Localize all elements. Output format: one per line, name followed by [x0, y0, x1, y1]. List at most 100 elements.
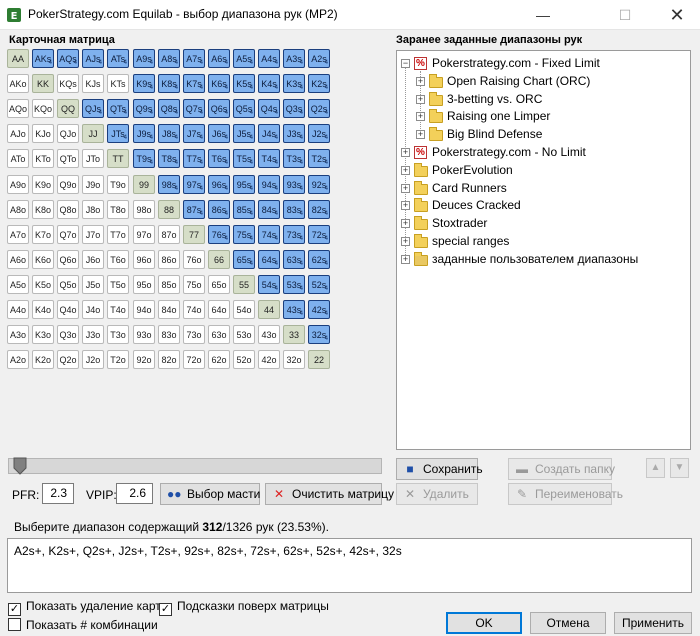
cancel-button[interactable]: Отмена: [530, 612, 606, 634]
matrix-cell-offsuit-83o[interactable]: 83o: [158, 325, 180, 344]
matrix-cell-suited-65s[interactable]: 65s 4: [233, 250, 255, 269]
matrix-cell-offsuit-k6o[interactable]: K6o: [32, 250, 54, 269]
matrix-cell-offsuit-64o[interactable]: 64o: [208, 300, 230, 319]
tree-item[interactable]: + заданные пользователем диапазоны: [397, 251, 690, 268]
matrix-cell-offsuit-ajo[interactable]: AJo: [7, 124, 29, 143]
expand-icon[interactable]: +: [401, 148, 410, 157]
matrix-cell-offsuit-k4o[interactable]: K4o: [32, 300, 54, 319]
matrix-cell-suited-q6s[interactable]: Q6s 4: [208, 99, 230, 118]
matrix-cell-offsuit-a4o[interactable]: A4o: [7, 300, 29, 319]
matrix-cell-suited-ats[interactable]: ATs 4: [107, 49, 129, 68]
matrix-cell-suited-k2s[interactable]: K2s 4: [308, 74, 330, 93]
matrix-cell-offsuit-74o[interactable]: 74o: [183, 300, 205, 319]
show-combos-checkbox[interactable]: Показать # комбинации: [8, 618, 158, 634]
matrix-cell-offsuit-j3o[interactable]: J3o: [82, 325, 104, 344]
tree-item[interactable]: + Deuces Cracked: [397, 197, 690, 214]
matrix-cell-offsuit-q9o[interactable]: Q9o: [57, 175, 79, 194]
matrix-cell-suited-k7s[interactable]: K7s 4: [183, 74, 205, 93]
matrix-cell-suited-64s[interactable]: 64s 4: [258, 250, 280, 269]
maximize-button[interactable]: ☐: [602, 0, 648, 30]
matrix-cell-suited-jts[interactable]: JTs 4: [107, 124, 129, 143]
matrix-cell-suited-j4s[interactable]: J4s 4: [258, 124, 280, 143]
matrix-hints-checkbox[interactable]: ✓ Подсказки поверх матрицы: [159, 599, 329, 616]
tree-item[interactable]: + Card Runners: [397, 180, 690, 197]
matrix-cell-suited-a9s[interactable]: A9s 4: [133, 49, 155, 68]
matrix-cell-offsuit-32o[interactable]: 32o: [283, 350, 305, 369]
matrix-cell-offsuit-q2o[interactable]: Q2o: [57, 350, 79, 369]
matrix-cell-offsuit-j2o[interactable]: J2o: [82, 350, 104, 369]
matrix-cell-suited-q2s[interactable]: Q2s 4: [308, 99, 330, 118]
matrix-cell-suited-a6s[interactable]: A6s 4: [208, 49, 230, 68]
matrix-cell-suited-t6s[interactable]: T6s 4: [208, 149, 230, 168]
matrix-cell-offsuit-kqo[interactable]: KQo: [32, 99, 54, 118]
matrix-cell-pair-tt[interactable]: TT: [107, 149, 129, 168]
expand-icon[interactable]: +: [416, 112, 425, 121]
tree-item[interactable]: +3-betting vs. ORC: [397, 91, 690, 108]
matrix-cell-offsuit-75o[interactable]: 75o: [183, 275, 205, 294]
matrix-cell-offsuit-97o[interactable]: 97o: [133, 225, 155, 244]
matrix-cell-suited-94s[interactable]: 94s 4: [258, 175, 280, 194]
apply-button[interactable]: Применить: [614, 612, 692, 634]
matrix-cell-offsuit-j9o[interactable]: J9o: [82, 175, 104, 194]
matrix-cell-pair-jj[interactable]: JJ: [82, 124, 104, 143]
move-up-button[interactable]: ▲: [646, 458, 665, 478]
ok-button[interactable]: OK: [446, 612, 522, 634]
matrix-cell-suited-43s[interactable]: 43s 4: [283, 300, 305, 319]
matrix-cell-suited-a3s[interactable]: A3s 4: [283, 49, 305, 68]
matrix-cell-suited-j2s[interactable]: J2s 4: [308, 124, 330, 143]
matrix-cell-offsuit-aqo[interactable]: AQo: [7, 99, 29, 118]
matrix-cell-offsuit-t2o[interactable]: T2o: [107, 350, 129, 369]
matrix-cell-offsuit-65o[interactable]: 65o: [208, 275, 230, 294]
tree-item[interactable]: + Big Blind Defense: [397, 126, 690, 143]
matrix-cell-pair-55[interactable]: 55: [233, 275, 255, 294]
matrix-cell-suited-a2s[interactable]: A2s 4: [308, 49, 330, 68]
matrix-cell-offsuit-43o[interactable]: 43o: [258, 325, 280, 344]
matrix-cell-suited-96s[interactable]: 96s 4: [208, 175, 230, 194]
matrix-cell-offsuit-a9o[interactable]: A9o: [7, 175, 29, 194]
pfr-input[interactable]: 2.3: [42, 483, 74, 504]
matrix-cell-offsuit-kjo[interactable]: KJo: [32, 124, 54, 143]
expand-icon[interactable]: +: [401, 237, 410, 246]
collapse-icon[interactable]: −: [401, 59, 410, 68]
matrix-cell-suited-k6s[interactable]: K6s 4: [208, 74, 230, 93]
create-folder-button[interactable]: ▬ Создать папку: [508, 458, 615, 480]
matrix-cell-offsuit-92o[interactable]: 92o: [133, 350, 155, 369]
matrix-cell-pair-99[interactable]: 99: [133, 175, 155, 194]
matrix-cell-suited-q5s[interactable]: Q5s 4: [233, 99, 255, 118]
matrix-cell-suited-aks[interactable]: AKs 4: [32, 49, 54, 68]
matrix-cell-suited-83s[interactable]: 83s 4: [283, 200, 305, 219]
matrix-cell-suited-t7s[interactable]: T7s 4: [183, 149, 205, 168]
matrix-cell-offsuit-j7o[interactable]: J7o: [82, 225, 104, 244]
matrix-cell-offsuit-t8o[interactable]: T8o: [107, 200, 129, 219]
matrix-cell-offsuit-98o[interactable]: 98o: [133, 200, 155, 219]
matrix-cell-suited-92s[interactable]: 92s 4: [308, 175, 330, 194]
matrix-cell-suited-kqs[interactable]: KQs: [57, 74, 79, 93]
matrix-cell-offsuit-73o[interactable]: 73o: [183, 325, 205, 344]
matrix-cell-offsuit-76o[interactable]: 76o: [183, 250, 205, 269]
matrix-cell-offsuit-86o[interactable]: 86o: [158, 250, 180, 269]
matrix-cell-suited-32s[interactable]: 32s 4: [308, 325, 330, 344]
matrix-cell-pair-88[interactable]: 88: [158, 200, 180, 219]
clear-matrix-button[interactable]: ✕ Очистить матрицу: [265, 483, 394, 505]
matrix-cell-offsuit-jto[interactable]: JTo: [82, 149, 104, 168]
matrix-cell-offsuit-t4o[interactable]: T4o: [107, 300, 129, 319]
matrix-cell-offsuit-42o[interactable]: 42o: [258, 350, 280, 369]
matrix-cell-suited-86s[interactable]: 86s 4: [208, 200, 230, 219]
matrix-cell-suited-85s[interactable]: 85s 4: [233, 200, 255, 219]
matrix-cell-offsuit-t6o[interactable]: T6o: [107, 250, 129, 269]
matrix-cell-offsuit-j4o[interactable]: J4o: [82, 300, 104, 319]
matrix-cell-offsuit-72o[interactable]: 72o: [183, 350, 205, 369]
tree-item[interactable]: + Raising one Limper: [397, 108, 690, 125]
matrix-cell-suited-a4s[interactable]: A4s 4: [258, 49, 280, 68]
matrix-cell-pair-33[interactable]: 33: [283, 325, 305, 344]
range-text-field[interactable]: A2s+, K2s+, Q2s+, J2s+, T2s+, 92s+, 82s+…: [7, 538, 692, 593]
matrix-cell-suited-t3s[interactable]: T3s 4: [283, 149, 305, 168]
matrix-cell-suited-95s[interactable]: 95s 4: [233, 175, 255, 194]
matrix-cell-offsuit-85o[interactable]: 85o: [158, 275, 180, 294]
matrix-cell-pair-44[interactable]: 44: [258, 300, 280, 319]
move-down-button[interactable]: ▼: [670, 458, 689, 478]
matrix-cell-suited-76s[interactable]: 76s 4: [208, 225, 230, 244]
expand-icon[interactable]: +: [401, 166, 410, 175]
matrix-cell-offsuit-q8o[interactable]: Q8o: [57, 200, 79, 219]
matrix-cell-suited-52s[interactable]: 52s 4: [308, 275, 330, 294]
